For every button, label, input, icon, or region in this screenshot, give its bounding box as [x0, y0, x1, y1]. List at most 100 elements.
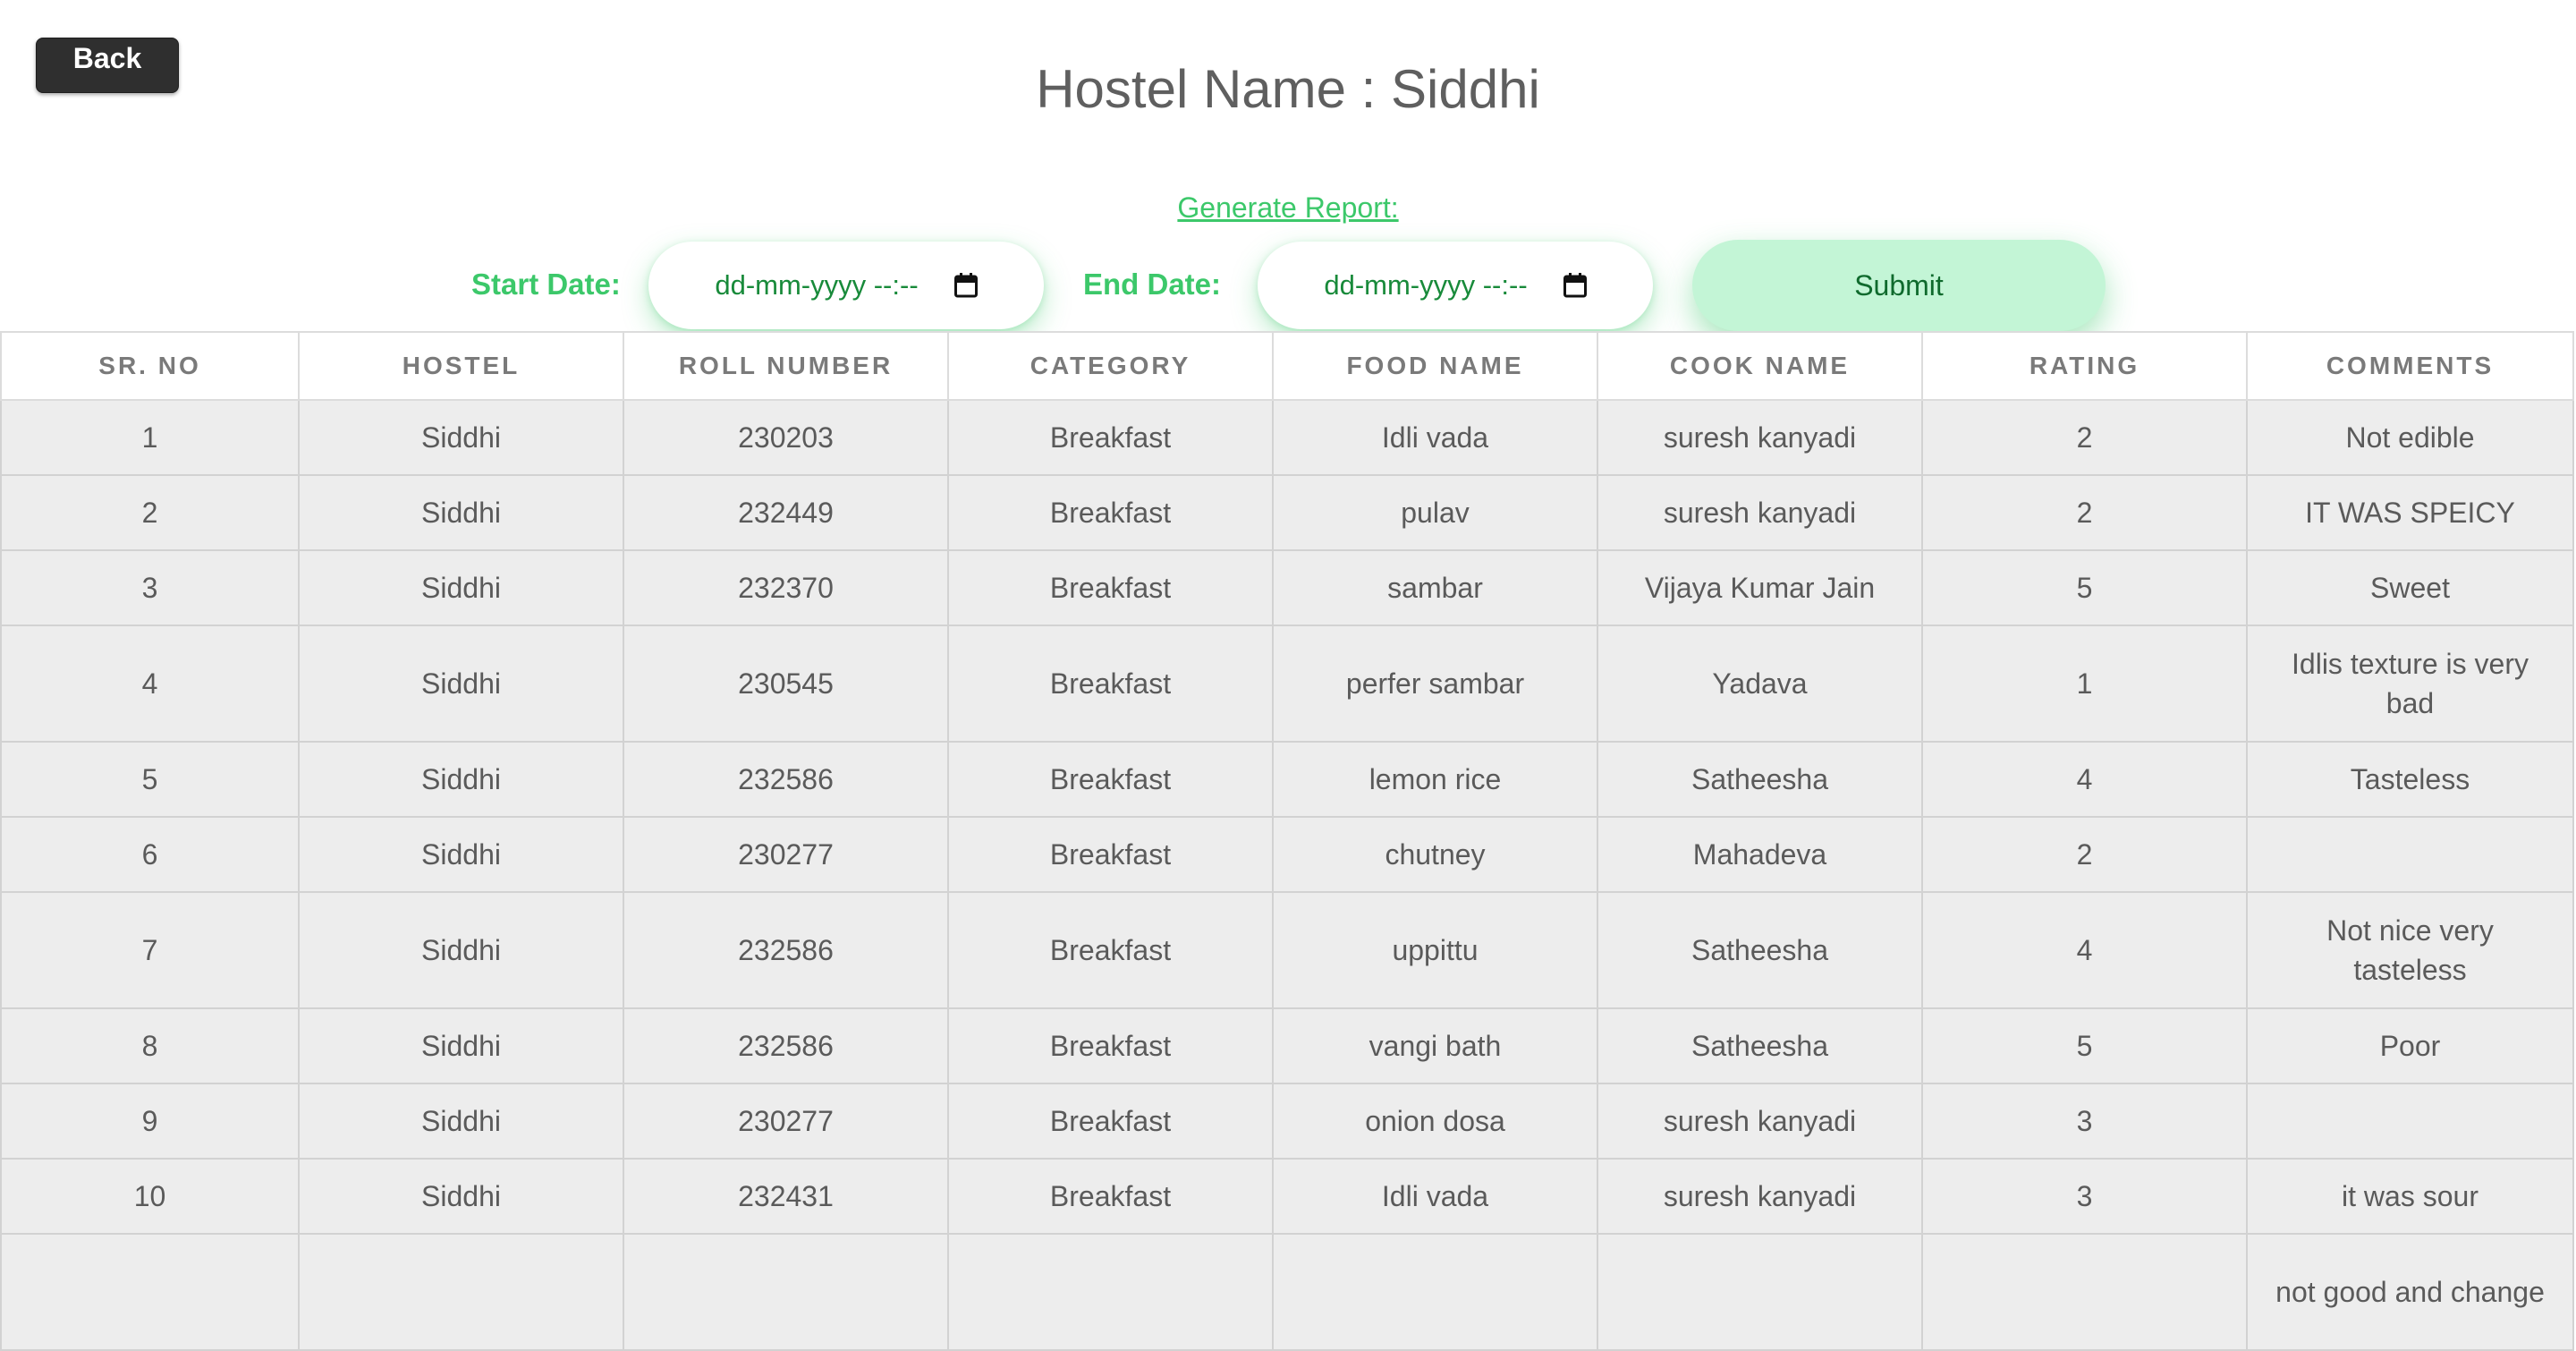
cell-hostel — [298, 1233, 624, 1351]
cell-food-name: vangi bath — [1272, 1007, 1598, 1084]
cell-comments — [2246, 1083, 2574, 1160]
cell-food-name: sambar — [1272, 549, 1598, 626]
cell-rating: 5 — [1921, 549, 2248, 626]
cell-hostel: Siddhi — [298, 399, 624, 476]
cell-rating: 2 — [1921, 399, 2248, 476]
cell-sr-no: 4 — [0, 625, 300, 743]
column-header-hostel[interactable]: HOSTEL — [298, 331, 624, 401]
cell-sr-no: 1 — [0, 399, 300, 476]
table-row: not good and change — [0, 1233, 2574, 1351]
cell-food-name — [1272, 1233, 1598, 1351]
cell-comments: Sweet — [2246, 549, 2574, 626]
cell-roll-number: 230277 — [623, 816, 949, 893]
cell-category: Breakfast — [947, 549, 1274, 626]
cell-cook-name: Satheesha — [1597, 1007, 1923, 1084]
cell-food-name: uppittu — [1272, 891, 1598, 1009]
end-date-label: End Date: — [1083, 268, 1222, 301]
cell-hostel: Siddhi — [298, 891, 624, 1009]
generate-report-link[interactable]: Generate Report: — [0, 190, 2576, 225]
cell-roll-number: 232586 — [623, 1007, 949, 1084]
cell-food-name: lemon rice — [1272, 741, 1598, 818]
cell-roll-number: 232370 — [623, 549, 949, 626]
cell-sr-no — [0, 1233, 300, 1351]
cell-hostel: Siddhi — [298, 816, 624, 893]
cell-hostel: Siddhi — [298, 474, 624, 551]
cell-category: Breakfast — [947, 816, 1274, 893]
cell-hostel: Siddhi — [298, 1083, 624, 1160]
table-row: 2 Siddhi 232449 Breakfast pulav suresh k… — [0, 474, 2574, 551]
calendar-icon[interactable] — [1563, 273, 1587, 298]
cell-category: Breakfast — [947, 891, 1274, 1009]
cell-rating: 4 — [1921, 891, 2248, 1009]
column-header-rating[interactable]: RATING — [1921, 331, 2248, 401]
cell-rating: 1 — [1921, 625, 2248, 743]
cell-sr-no: 10 — [0, 1158, 300, 1235]
cell-roll-number — [623, 1233, 949, 1351]
cell-cook-name: Vijaya Kumar Jain — [1597, 549, 1923, 626]
cell-cook-name: Satheesha — [1597, 891, 1923, 1009]
cell-comments: Not edible — [2246, 399, 2574, 476]
cell-roll-number: 232586 — [623, 741, 949, 818]
column-header-food-name[interactable]: FOOD NAME — [1272, 331, 1598, 401]
cell-category: Breakfast — [947, 1158, 1274, 1235]
column-header-roll-number[interactable]: ROLL NUMBER — [623, 331, 949, 401]
end-date-placeholder: dd-mm-yyyy --:-- — [1324, 269, 1528, 301]
cell-category: Breakfast — [947, 741, 1274, 818]
table-row: 7 Siddhi 232586 Breakfast uppittu Sathee… — [0, 891, 2574, 1009]
cell-category: Breakfast — [947, 625, 1274, 743]
cell-rating: 3 — [1921, 1158, 2248, 1235]
feedback-table: SR. NO HOSTEL ROLL NUMBER CATEGORY FOOD … — [0, 331, 2574, 1351]
cell-food-name: pulav — [1272, 474, 1598, 551]
cell-cook-name: suresh kanyadi — [1597, 399, 1923, 476]
cell-food-name: onion dosa — [1272, 1083, 1598, 1160]
start-date-placeholder: dd-mm-yyyy --:-- — [715, 269, 919, 301]
cell-sr-no: 3 — [0, 549, 300, 626]
page-title: Hostel Name : Siddhi — [1036, 59, 1540, 119]
cell-category — [947, 1233, 1274, 1351]
column-header-category[interactable]: CATEGORY — [947, 331, 1274, 401]
end-date-input[interactable]: dd-mm-yyyy --:-- — [1258, 242, 1653, 329]
cell-cook-name — [1597, 1233, 1923, 1351]
cell-rating: 2 — [1921, 816, 2248, 893]
table-row: 9 Siddhi 230277 Breakfast onion dosa sur… — [0, 1083, 2574, 1160]
table-row: 1 Siddhi 230203 Breakfast Idli vada sure… — [0, 399, 2574, 476]
cell-cook-name: suresh kanyadi — [1597, 1158, 1923, 1235]
cell-comments: Idlis texture is very bad — [2246, 625, 2574, 743]
calendar-icon[interactable] — [953, 273, 978, 298]
cell-roll-number: 230277 — [623, 1083, 949, 1160]
table-header-row: SR. NO HOSTEL ROLL NUMBER CATEGORY FOOD … — [0, 331, 2574, 401]
cell-sr-no: 7 — [0, 891, 300, 1009]
cell-roll-number: 232431 — [623, 1158, 949, 1235]
cell-hostel: Siddhi — [298, 1007, 624, 1084]
table-row: 4 Siddhi 230545 Breakfast perfer sambar … — [0, 625, 2574, 743]
cell-food-name: Idli vada — [1272, 399, 1598, 476]
cell-food-name: perfer sambar — [1272, 625, 1598, 743]
cell-hostel: Siddhi — [298, 1158, 624, 1235]
column-header-cook-name[interactable]: COOK NAME — [1597, 331, 1923, 401]
cell-roll-number: 232586 — [623, 891, 949, 1009]
table-row: 8 Siddhi 232586 Breakfast vangi bath Sat… — [0, 1007, 2574, 1084]
cell-comments: it was sour — [2246, 1158, 2574, 1235]
submit-button[interactable]: Submit — [1692, 240, 2106, 331]
cell-sr-no: 8 — [0, 1007, 300, 1084]
cell-rating: 4 — [1921, 741, 2248, 818]
cell-cook-name: suresh kanyadi — [1597, 1083, 1923, 1160]
cell-comments: Tasteless — [2246, 741, 2574, 818]
cell-cook-name: Satheesha — [1597, 741, 1923, 818]
cell-comments: IT WAS SPEICY — [2246, 474, 2574, 551]
cell-roll-number: 230545 — [623, 625, 949, 743]
cell-category: Breakfast — [947, 1007, 1274, 1084]
column-header-comments[interactable]: COMMENTS — [2246, 331, 2574, 401]
start-date-input[interactable]: dd-mm-yyyy --:-- — [648, 242, 1044, 329]
cell-category: Breakfast — [947, 1083, 1274, 1160]
cell-sr-no: 9 — [0, 1083, 300, 1160]
cell-hostel: Siddhi — [298, 549, 624, 626]
cell-hostel: Siddhi — [298, 625, 624, 743]
cell-comments: not good and change — [2246, 1233, 2574, 1351]
cell-rating: 3 — [1921, 1083, 2248, 1160]
cell-category: Breakfast — [947, 474, 1274, 551]
cell-roll-number: 230203 — [623, 399, 949, 476]
table-row: 10 Siddhi 232431 Breakfast Idli vada sur… — [0, 1158, 2574, 1235]
cell-roll-number: 232449 — [623, 474, 949, 551]
column-header-sr-no[interactable]: SR. NO — [0, 331, 300, 401]
